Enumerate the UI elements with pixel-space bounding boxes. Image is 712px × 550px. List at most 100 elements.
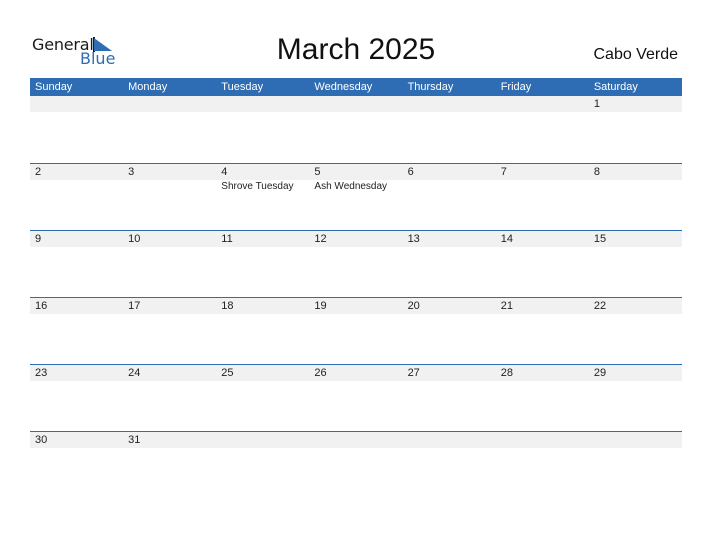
day-number: 28 [500,367,513,379]
week-row: 9 10 11 12 13 14 15 [30,230,682,297]
day-cell: 5 Ash Wednesday [309,164,402,193]
day-cell: 15 [589,231,682,247]
day-number: 27 [407,367,420,379]
week-row: 16 17 18 19 20 21 22 [30,297,682,364]
day-number: 11 [221,233,233,245]
day-number: 21 [500,300,513,312]
day-number: 1 [593,98,600,110]
day-cell [216,432,309,448]
weekday-thursday: Thursday [407,81,454,93]
day-number: 10 [128,233,141,245]
day-number: 18 [221,300,234,312]
day-cell [123,96,216,112]
day-number: 26 [314,367,327,379]
day-number [501,432,589,448]
day-cell: 6 [403,164,496,193]
day-cell: 25 [216,365,309,381]
week-row: 1 [30,96,682,163]
day-number: 14 [500,233,513,245]
week-cells: 1 [30,96,682,112]
weekday-saturday: Saturday [593,81,638,93]
day-cell: 27 [403,365,496,381]
day-number: 20 [407,300,420,312]
weekday-sunday: Sunday [35,81,73,93]
day-cell: 18 [216,298,309,314]
day-cell: 22 [589,298,682,314]
day-number: 16 [35,300,48,312]
day-number: 8 [593,166,600,178]
day-cell: 2 [30,164,123,193]
weeks-container: 1 2 3 4 Shrove Tuesday 5 Ash Wednesday 6 7 8 9 10 11… [30,96,682,498]
day-cell: 12 [309,231,402,247]
week-cells: 30 31 [30,432,682,448]
week-cells: 16 17 18 19 20 21 22 [30,298,682,314]
day-number: 29 [593,367,607,379]
day-number: 22 [593,300,607,312]
day-cell: 19 [309,298,402,314]
day-number: 30 [35,434,48,446]
day-cell: 31 [123,432,216,448]
calendar-grid: Sunday Monday Tuesday Wednesday Thursday… [30,78,682,498]
day-number [221,432,309,448]
day-number: 19 [314,300,327,312]
day-cell: 9 [30,231,123,247]
week-cells: 23 24 25 26 27 28 29 [30,365,682,381]
day-cell: 24 [123,365,216,381]
day-number [314,432,402,448]
day-cell [403,432,496,448]
day-cell: 10 [123,231,216,247]
day-cell: 26 [309,365,402,381]
day-number: 9 [35,233,42,245]
day-cell: 3 [123,164,216,193]
week-cells: 9 10 11 12 13 14 15 [30,231,682,247]
day-cell: 13 [403,231,496,247]
day-number: 13 [407,233,420,245]
day-cell [403,96,496,112]
weekday-friday: Friday [500,81,532,93]
day-cell: 23 [30,365,123,381]
weekday-header: Sunday Monday Tuesday Wednesday Thursday… [30,78,682,96]
day-number [594,432,682,448]
day-cell: 17 [123,298,216,314]
day-number [408,96,496,112]
day-cell: 1 [589,96,682,112]
day-cell: 11 [216,231,309,247]
day-number: 4 [221,166,228,178]
day-number: 31 [128,434,141,446]
day-cell: 29 [589,365,682,381]
week-row: 23 24 25 26 27 28 29 [30,364,682,431]
country-label: Cabo Verde [593,46,678,63]
day-number: 3 [128,166,135,178]
holiday-label: Ash Wednesday [314,181,388,192]
day-number [35,96,123,112]
day-cell: 16 [30,298,123,314]
weekday-wednesday: Wednesday [314,81,373,93]
day-cell [496,432,589,448]
holiday-label: Shrove Tuesday [221,181,294,192]
day-number [314,96,402,112]
week-row: 30 31 [30,431,682,498]
day-cell [30,96,123,112]
day-cell [216,96,309,112]
weekday-tuesday: Tuesday [221,81,264,93]
day-cell [309,96,402,112]
day-cell: 28 [496,365,589,381]
day-number: 15 [593,233,607,245]
week-cells: 2 3 4 Shrove Tuesday 5 Ash Wednesday 6 7 8 [30,164,682,193]
day-number: 6 [407,166,414,178]
day-number: 25 [221,367,234,379]
weekday-monday: Monday [128,81,168,93]
day-number: 17 [128,300,141,312]
day-number: 23 [35,367,48,379]
day-cell: 20 [403,298,496,314]
day-number [408,432,496,448]
day-number: 5 [314,166,321,178]
day-cell [496,96,589,112]
day-number: 24 [128,367,141,379]
day-number: 12 [314,233,327,245]
day-number [221,96,309,112]
day-cell [589,432,682,448]
day-cell: 4 Shrove Tuesday [216,164,309,193]
day-number: 7 [500,166,507,178]
day-cell: 7 [496,164,589,193]
